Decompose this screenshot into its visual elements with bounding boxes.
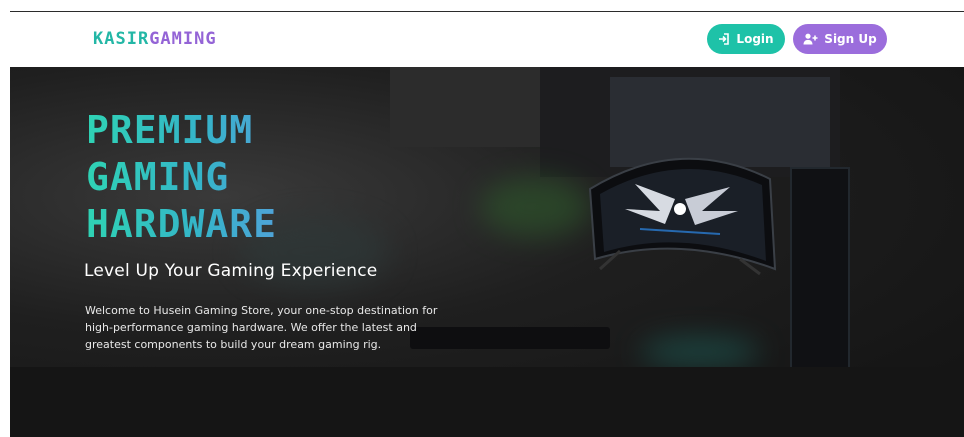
login-button[interactable]: Login <box>707 24 785 54</box>
login-label: Login <box>736 32 774 46</box>
hero-title-line-2: GAMING <box>86 155 230 199</box>
hero-banner: PREMIUM GAMING HARDWARE Level Up Your Ga… <box>10 67 964 437</box>
hero-description: Welcome to Husein Gaming Store, your one… <box>85 304 438 351</box>
brand-logo[interactable]: KASIRGAMING <box>93 29 217 49</box>
brand-part-1: KASIR <box>93 29 150 49</box>
login-icon <box>718 33 730 45</box>
hero-title-line-3: HARDWARE <box>86 202 278 246</box>
hero-subtitle: Level Up Your Gaming Experience <box>84 261 378 281</box>
signup-label: Sign Up <box>824 32 877 46</box>
hero-title-line-1: PREMIUM <box>86 108 254 152</box>
signup-button[interactable]: Sign Up <box>793 24 887 54</box>
brand-part-2: GAMING <box>149 29 217 49</box>
navbar: KASIRGAMING Login Sign Up <box>10 12 964 67</box>
gaming-monitor-image <box>588 157 777 276</box>
add-user-icon <box>803 33 818 45</box>
hero-title: PREMIUM GAMING HARDWARE <box>86 107 277 248</box>
